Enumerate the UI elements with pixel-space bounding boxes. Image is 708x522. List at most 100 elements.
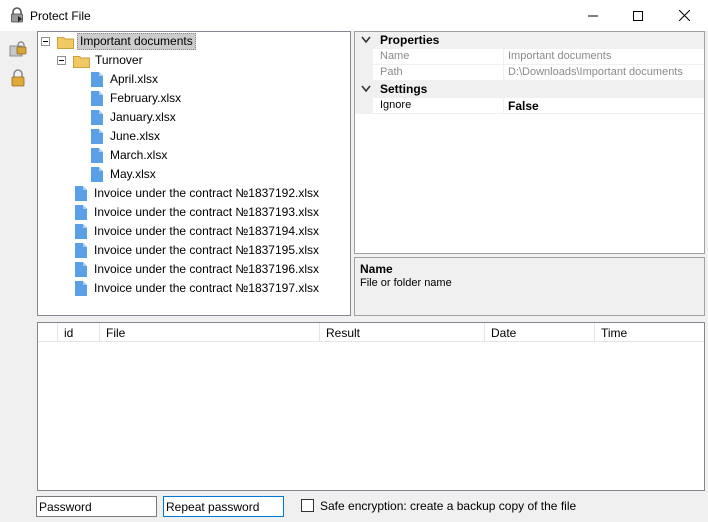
column-header-file[interactable]: File [100,323,320,342]
file-icon [91,91,103,106]
tree-item-label: March.xlsx [110,148,168,162]
password-input[interactable] [37,497,156,516]
tree-item-file[interactable]: Invoice under the contract №1837193.xlsx [75,203,321,222]
file-icon [75,224,87,239]
password-field[interactable] [36,496,157,517]
column-header-result[interactable]: Result [320,323,485,342]
safe-encryption-checkbox[interactable] [301,499,314,512]
category-settings[interactable]: Settings [355,81,704,98]
app-lock-icon [11,7,23,23]
collapse-toggle[interactable] [57,56,66,65]
tree-item-label: February.xlsx [110,91,182,105]
tree-item-label: Invoice under the contract №1837196.xlsx [94,262,320,276]
tree-item-file[interactable]: Invoice under the contract №1837196.xlsx [75,260,321,279]
column-header-date[interactable]: Date [485,323,595,342]
file-icon [91,129,103,144]
tree-item-folder[interactable]: Turnover [57,51,145,70]
row-gutter [355,65,373,81]
tree-item-label: Important documents [77,33,196,50]
folder-icon [57,36,74,49]
category-label: Settings [380,82,428,96]
tree-item-label: Invoice under the contract №1837195.xlsx [94,243,320,257]
category-properties[interactable]: Properties [355,32,704,49]
file-icon [91,167,103,182]
column-label: File [106,326,126,340]
window-title: Protect File [30,9,91,23]
maximize-button[interactable] [615,0,661,31]
column-label: Result [326,326,361,340]
maximize-icon [633,10,643,21]
column-header-blank[interactable] [38,323,58,342]
list-header: id File Result Date Time [38,323,704,342]
tree-item-label: Invoice under the contract №1837194.xlsx [94,224,320,238]
tree-item-root[interactable]: Important documents [41,32,196,51]
tree-item-label: April.xlsx [110,72,159,86]
result-list[interactable]: id File Result Date Time [37,322,705,491]
chevron-down-icon[interactable] [361,36,371,44]
tree-item-file[interactable]: Invoice under the contract №1837192.xlsx [75,184,321,203]
property-name: Name [380,50,410,62]
column-label: Time [601,326,628,340]
tree-item-label: Invoice under the contract №1837192.xlsx [94,186,320,200]
tree-item-file[interactable]: Invoice under the contract №1837197.xlsx [75,279,321,298]
tree-item-label: May.xlsx [110,167,156,181]
minimize-button[interactable] [570,0,616,31]
minimize-icon [588,15,598,16]
row-gutter [355,98,373,114]
column-label: Date [491,326,517,340]
property-value: D:\Downloads\Important documents [508,66,683,78]
file-icon [75,243,87,258]
category-label: Properties [380,33,440,47]
tree-item-file[interactable]: March.xlsx [91,146,169,165]
title-bar: Protect File [0,0,708,31]
column-header-time[interactable]: Time [595,323,704,342]
file-icon [75,281,87,296]
collapse-toggle[interactable] [41,37,50,46]
file-icon [75,262,87,277]
property-row-ignore[interactable]: Ignore False [355,98,704,114]
property-row-name[interactable]: Name Important documents [355,49,704,65]
column-label: id [64,326,74,340]
column-divider [503,65,504,81]
property-value[interactable]: False [508,99,539,113]
property-name: Ignore [380,99,412,111]
column-header-id[interactable]: id [58,323,100,342]
file-icon [75,186,87,201]
description-panel: Name File or folder name [354,257,705,316]
tree-item-label: January.xlsx [110,110,176,124]
column-divider [503,49,504,65]
tree-item-label: Invoice under the contract №1837197.xlsx [94,281,320,295]
tree-item-label: June.xlsx [110,129,161,143]
tree-item-file[interactable]: May.xlsx [91,165,158,184]
file-icon [91,110,103,125]
tree-item-file[interactable]: February.xlsx [91,89,183,108]
folder-icon [73,55,90,68]
tree-item-file[interactable]: Invoice under the contract №1837194.xlsx [75,222,321,241]
row-gutter [355,49,373,65]
repeat-password-field[interactable] [163,496,284,517]
side-toolbar [0,31,34,522]
tree-item-file[interactable]: January.xlsx [91,108,178,127]
tree-item-file[interactable]: June.xlsx [91,127,162,146]
tree-item-label: Invoice under the contract №1837193.xlsx [94,205,320,219]
lock-icon[interactable] [9,69,27,87]
description-text: File or folder name [360,277,452,289]
file-icon [91,148,103,163]
chevron-down-icon[interactable] [361,85,371,93]
property-name: Path [380,66,403,78]
property-grid[interactable]: Properties Name Important documents Path… [354,31,705,254]
description-title: Name [360,262,393,276]
close-icon [678,10,690,21]
tree-item-label: Turnover [95,53,143,67]
safe-encryption-label[interactable]: Safe encryption: create a backup copy of… [320,499,576,513]
file-icon [75,205,87,220]
file-tree[interactable]: Important documents Turnover April.xlsx … [37,31,351,316]
tree-item-file[interactable]: Invoice under the contract №1837195.xlsx [75,241,321,260]
column-divider [503,98,504,114]
property-value: Important documents [508,50,612,62]
property-row-path[interactable]: Path D:\Downloads\Important documents [355,65,704,81]
tree-item-file[interactable]: April.xlsx [91,70,160,89]
close-button[interactable] [661,0,707,31]
protect-file-icon[interactable] [9,41,27,59]
repeat-password-input[interactable] [164,497,283,516]
